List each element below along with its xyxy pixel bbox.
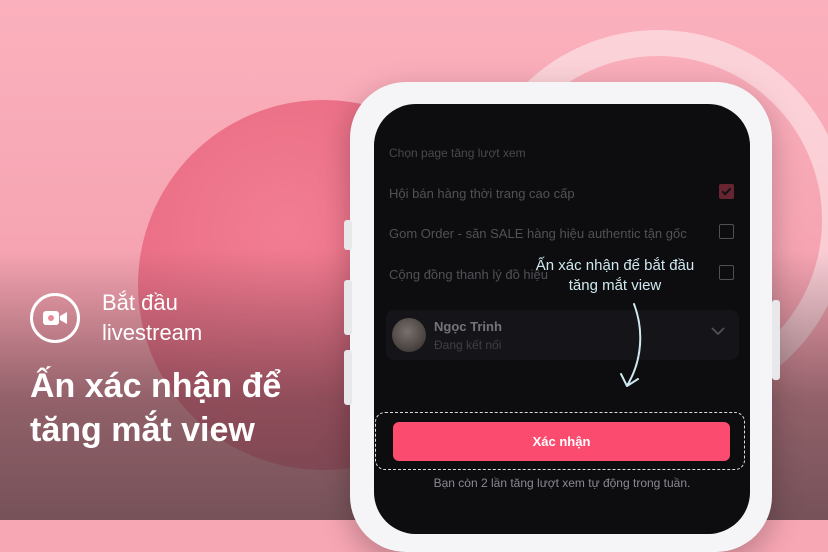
phone-power-button bbox=[772, 300, 780, 380]
phone-side-button bbox=[344, 280, 352, 335]
headline: Ấn xác nhận để tăng mắt view bbox=[30, 367, 282, 449]
arrow-down-icon bbox=[620, 303, 642, 387]
badge-text: Bắt đầu livestream bbox=[102, 290, 203, 345]
livestream-badge: Bắt đầu livestream bbox=[30, 288, 262, 348]
page-option[interactable]: Gom Order - săn SALE hàng hiệu authentic… bbox=[389, 224, 734, 244]
phone-screen: Chọn page tăng lượt xem Hội bán hàng thờ… bbox=[374, 104, 750, 534]
account-status: Đang kết nối bbox=[434, 338, 502, 352]
video-camera-icon bbox=[30, 293, 80, 343]
page-checkbox[interactable] bbox=[719, 265, 734, 280]
phone-side-button bbox=[344, 350, 352, 405]
quota-text: Bạn còn 2 lần tăng lượt xem tự động tron… bbox=[433, 476, 691, 490]
account-name: Ngọc Trinh bbox=[434, 319, 502, 334]
phone-side-button bbox=[344, 220, 352, 250]
page-option[interactable]: Hội bán hàng thời trang cao cấp bbox=[389, 184, 734, 204]
page-checkbox[interactable] bbox=[719, 224, 734, 239]
page-checkbox[interactable] bbox=[719, 184, 734, 199]
chevron-down-icon bbox=[711, 327, 725, 336]
confirm-button[interactable]: Xác nhận bbox=[393, 422, 730, 461]
hint-text: Ấn xác nhận để bắt đầu tăng mắt view bbox=[535, 257, 695, 294]
avatar bbox=[392, 318, 426, 352]
page-option-label: Hội bán hàng thời trang cao cấp bbox=[389, 186, 575, 201]
section-title: Chọn page tăng lượt xem bbox=[389, 146, 526, 160]
page-option-label: Gom Order - săn SALE hàng hiệu authentic… bbox=[389, 226, 687, 241]
account-selector[interactable]: Ngọc Trinh Đang kết nối bbox=[386, 310, 739, 360]
